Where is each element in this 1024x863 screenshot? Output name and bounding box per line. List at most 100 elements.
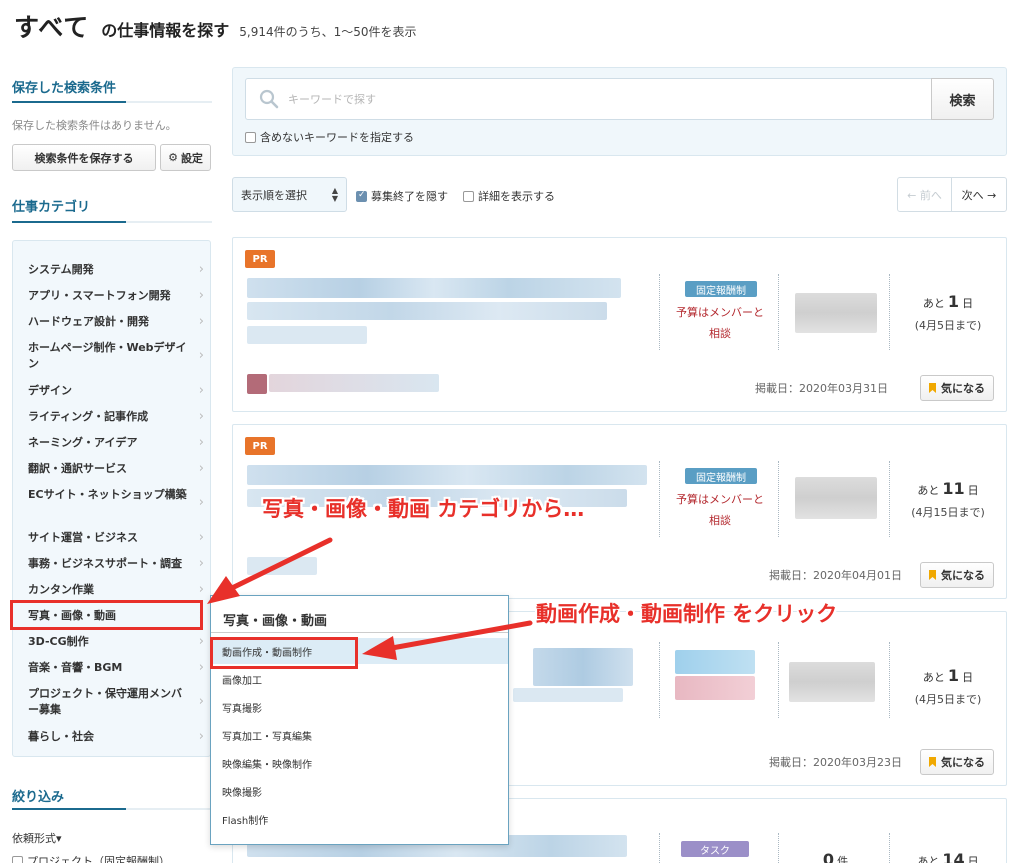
dropdown-title: 写真・画像・動画 <box>223 614 328 629</box>
category-item[interactable]: カンタン作業 › <box>28 582 204 598</box>
search-input[interactable]: キーワードで探す <box>245 78 933 120</box>
days-left: あと 11 日 <box>898 479 998 498</box>
show-details-option[interactable]: 詳細を表示する <box>463 188 555 204</box>
filter-option-label: プロジェクト（固定報酬制） <box>27 855 170 863</box>
category-item[interactable]: ハードウェア設計・開発 › <box>28 314 204 330</box>
favorite-button[interactable]: 気になる <box>920 375 994 401</box>
dropdown-item[interactable]: 写真撮影 <box>211 694 508 720</box>
blurred-title-2 <box>247 302 607 320</box>
search-button[interactable]: 検索 <box>931 78 994 120</box>
category-item[interactable]: ネーミング・アイデア › <box>28 435 204 451</box>
chevron-right-icon: › <box>198 383 204 398</box>
favorite-button[interactable]: 気になる <box>920 749 994 775</box>
favorite-button[interactable]: 気になる <box>920 562 994 588</box>
blurred-badge <box>675 650 755 674</box>
days-number: 11 <box>942 479 965 498</box>
annotation-text-1: 写真・画像・動画 カテゴリから… <box>262 497 585 521</box>
chevron-right-icon: › <box>198 348 204 363</box>
highlight-box-category <box>10 600 203 630</box>
category-label: ライティング・記事作成 <box>28 410 149 423</box>
sort-select[interactable]: 表示順を選択 ▲ ▼ <box>232 177 347 212</box>
category-item[interactable]: サイト運営・ビジネス › <box>28 530 204 546</box>
pr-badge: PR <box>245 250 275 268</box>
blurred-stats <box>795 477 877 519</box>
category-item[interactable]: 暮らし・社会 › <box>28 729 204 745</box>
filter-checkbox[interactable] <box>12 855 23 863</box>
count-unit: 件 <box>837 855 849 863</box>
show-details-checkbox[interactable] <box>463 190 474 202</box>
days-left: あと 1 日 <box>898 292 998 311</box>
category-item[interactable]: 翻訳・通訳サービス › <box>28 461 204 477</box>
category-item[interactable]: ホームページ制作・Webデザイン › <box>28 340 204 372</box>
category-label: ハードウェア設計・開発 <box>28 315 149 328</box>
saved-search-underline <box>12 101 212 103</box>
separator <box>778 461 779 537</box>
category-title: 仕事カテゴリ <box>12 200 91 215</box>
exclude-keyword-option[interactable]: 含めないキーワードを指定する <box>245 129 414 145</box>
chevron-right-icon: › <box>198 694 204 709</box>
category-item[interactable]: ライティング・記事作成 › <box>28 409 204 425</box>
days-unit: 日 <box>962 297 974 310</box>
dropdown-item[interactable]: 画像加工 <box>211 666 508 692</box>
blurred-budget <box>675 676 755 700</box>
chevron-right-icon: › <box>198 314 204 329</box>
dropdown-item[interactable]: 写真加工・写真編集 <box>211 722 508 748</box>
dropdown-item[interactable]: 映像撮影 <box>211 778 508 804</box>
sort-label: 表示順を選択 <box>241 188 307 202</box>
chevron-right-icon: › <box>198 288 204 303</box>
category-item[interactable]: 事務・ビジネスサポート・調査 › <box>28 556 204 572</box>
settings-button[interactable]: ⚙ 設定 <box>160 144 211 171</box>
caret-down-icon: ▾ <box>56 832 62 845</box>
days-prefix: あと <box>922 297 945 310</box>
days-number: 14 <box>942 850 965 863</box>
dropdown-item[interactable]: 映像編集・映像制作 <box>211 750 508 776</box>
job-card[interactable]: PR 固定報酬制 予算はメンバーと 相談 あと 1 日 (4月5日まで) 掲載日：20… <box>232 237 1007 412</box>
count-number: 0 <box>822 850 835 863</box>
chevron-right-icon: › <box>198 582 204 597</box>
category-label: 音楽・音響・BGM <box>28 661 123 674</box>
days-unit: 日 <box>967 484 979 497</box>
days-unit: 日 <box>962 671 974 684</box>
chevron-right-icon: › <box>198 461 204 476</box>
posted-date: 掲載日：2020年03月23日 <box>769 756 902 769</box>
hide-closed-checkbox[interactable] <box>356 190 367 202</box>
category-item[interactable]: 3D-CG制作 › <box>28 634 204 650</box>
category-label: 3D-CG制作 <box>28 635 89 648</box>
days-prefix: あと <box>922 671 945 684</box>
category-label: ネーミング・アイデア <box>28 436 138 449</box>
days-left: あと 1 日 <box>898 666 998 685</box>
category-item[interactable]: システム開発 › <box>28 262 204 278</box>
separator <box>659 833 660 863</box>
budget-text: 予算はメンバーと 相談 <box>660 302 780 344</box>
subcategory-dropdown: 写真・画像・動画 動画作成・動画制作 画像加工 写真撮影 写真加工・写真編集 映像編集・… <box>210 595 509 845</box>
next-page-button[interactable]: 次へ → <box>951 177 1007 212</box>
save-search-button[interactable]: 検索条件を保存する <box>12 144 156 171</box>
bookmark-icon <box>929 757 936 767</box>
chevron-right-icon: › <box>198 660 204 675</box>
search-panel: キーワードで探す 検索 含めないキーワードを指定する <box>232 67 1007 156</box>
blurred-stats <box>795 293 877 333</box>
category-underline <box>12 221 212 223</box>
chevron-right-icon: › <box>198 435 204 450</box>
task-badge: タスク <box>681 841 749 857</box>
filter-option[interactable]: プロジェクト（固定報酬制） <box>12 853 170 863</box>
category-item[interactable]: ECサイト・ネットショップ構築 › <box>28 487 204 510</box>
prev-page-button[interactable]: ← 前へ <box>897 177 952 212</box>
category-item[interactable]: プロジェクト・保守運用メンバー募集 › <box>28 686 204 718</box>
filter-type[interactable]: 依頼形式▾ <box>12 830 62 846</box>
separator <box>778 642 779 718</box>
pr-badge: PR <box>245 437 275 455</box>
hide-closed-option[interactable]: 募集終了を隠す <box>356 188 448 204</box>
category-label: システム開発 <box>28 263 94 276</box>
category-label: 事務・ビジネスサポート・調査 <box>28 557 182 570</box>
category-item[interactable]: 音楽・音響・BGM › <box>28 660 204 676</box>
dropdown-item[interactable]: Flash制作 <box>211 806 508 832</box>
category-item[interactable]: デザイン › <box>28 383 204 399</box>
exclude-checkbox[interactable] <box>245 131 256 143</box>
budget-line-1: 予算はメンバーと <box>676 306 764 319</box>
budget-line-2: 相談 <box>709 327 731 340</box>
title-main: すべて <box>14 13 90 42</box>
page-title: すべて の仕事情報を探す 5,914件のうち、1〜50件を表示 <box>14 8 417 44</box>
blurred-title-3 <box>247 326 367 344</box>
category-item[interactable]: アプリ・スマートフォン開発 › <box>28 288 204 304</box>
